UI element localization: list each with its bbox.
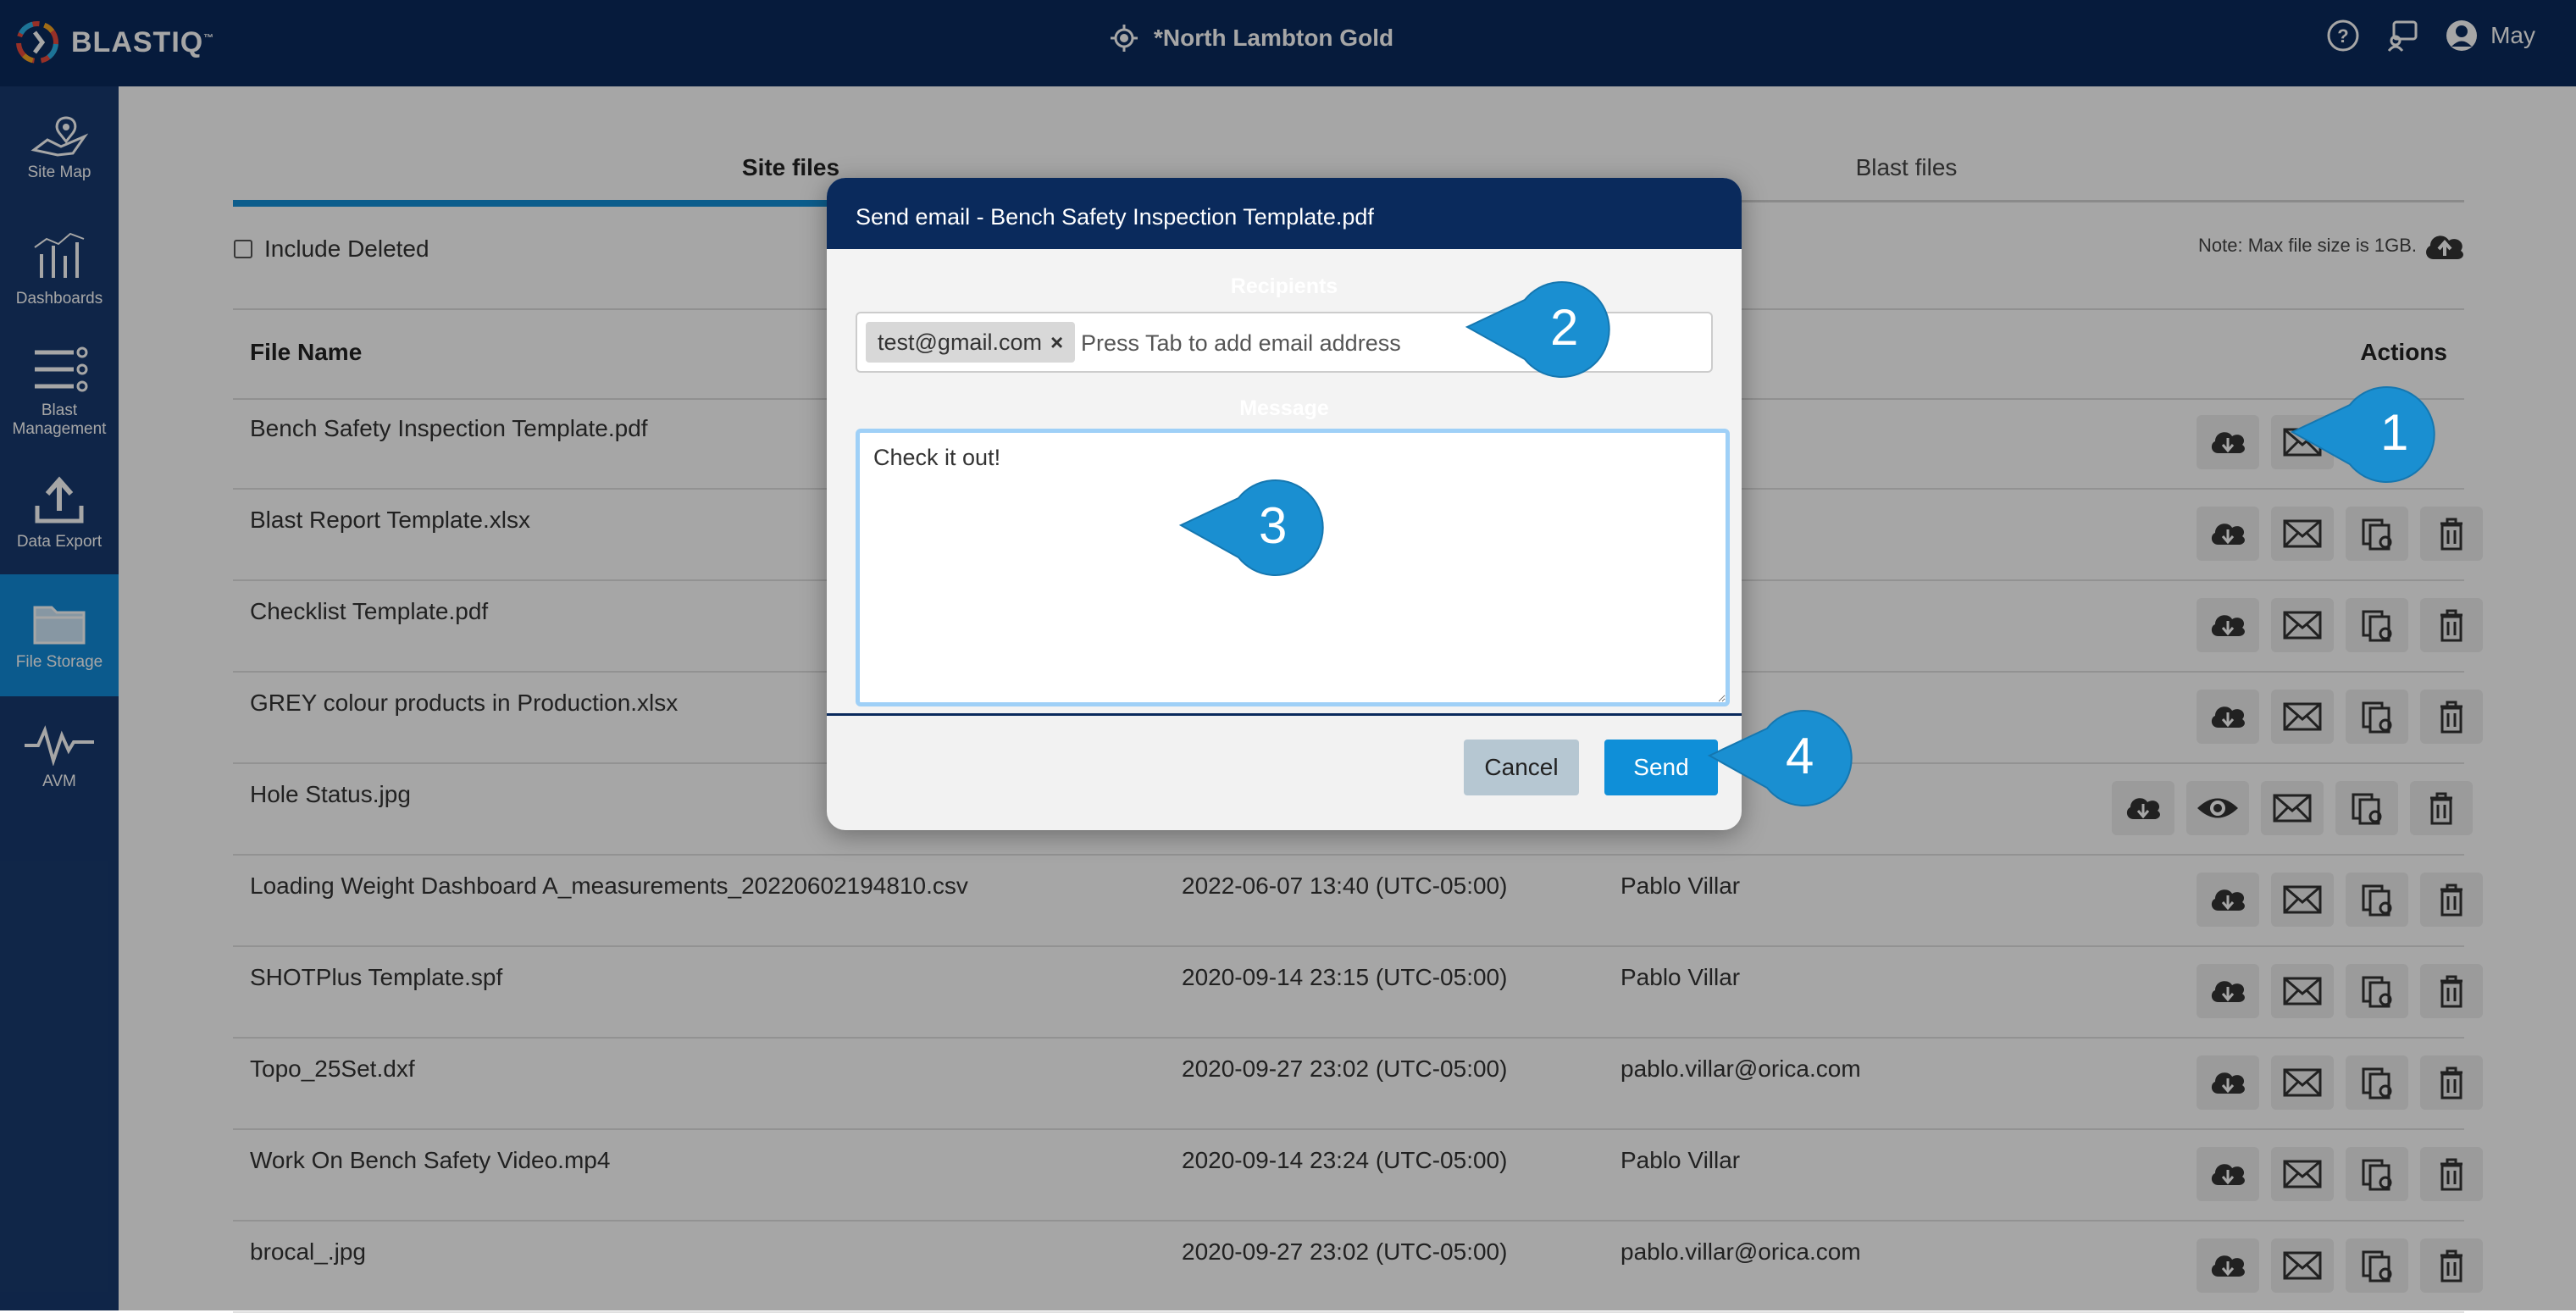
callout-2-pin (1465, 281, 1610, 378)
cancel-button[interactable]: Cancel (1464, 740, 1579, 795)
callout-3: 3 (1177, 476, 1347, 583)
callout-1: 1 (2289, 383, 2458, 490)
dialog-footer: Cancel Send (827, 716, 1742, 830)
send-button[interactable]: Send (1604, 740, 1718, 795)
remove-recipient-icon[interactable]: × (1050, 330, 1063, 356)
callout-4: 4 (1706, 706, 1875, 813)
callout-2: 2 (1464, 278, 1633, 385)
message-label: Message (1239, 396, 1329, 420)
callout-1-pin (2290, 386, 2435, 483)
dialog-title: Send email - Bench Safety Inspection Tem… (827, 178, 1742, 249)
recipient-chip: test@gmail.com × (866, 322, 1076, 363)
